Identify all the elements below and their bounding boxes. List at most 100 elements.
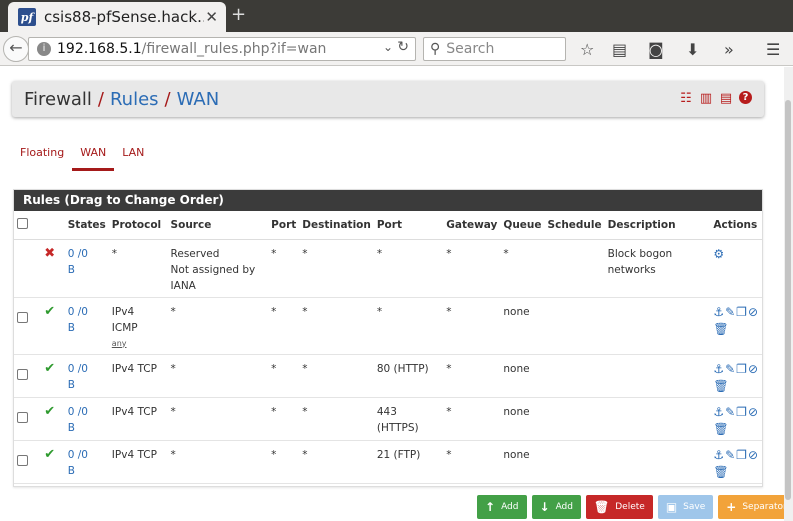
table-row[interactable]: ✖ 0 /0 B * Reserved Not assigned by IANA * * * *… [14,239,762,298]
new-tab-icon[interactable]: + [231,4,246,25]
source-value: * [170,305,176,318]
arrow-up-icon: ↑ [485,500,496,514]
sliders-icon[interactable]: ☷ [679,91,693,106]
col-states: States [64,211,109,240]
row-checkbox[interactable] [17,368,28,380]
edit-pencil-icon[interactable]: ✎ [725,362,736,376]
tab-wan[interactable]: WAN [72,145,115,171]
breadcrumb-wan-link[interactable]: WAN [177,89,220,110]
states-link[interactable]: 0 /0 [68,304,106,320]
disable-icon[interactable]: ⊘ [748,305,759,319]
edit-pencil-icon[interactable]: ✎ [725,448,736,462]
rules-table: States Protocol Source Port Destination … [14,211,762,484]
back-button[interactable]: ← [3,36,29,62]
scrollbar-thumb[interactable] [785,100,791,500]
edit-pencil-icon[interactable]: ✎ [725,305,736,319]
col-destination: Destination [299,211,374,240]
states-unit[interactable]: B [68,320,106,336]
edit-pencil-icon[interactable]: ✎ [725,405,736,419]
pass-check-icon[interactable]: ✔ [44,404,55,419]
table-row[interactable]: ✔ 0 /0 B IPv4 TCP * * * 443 (HTTPS) * none ⚓✎❐⊘ 🗑 [14,397,762,441]
states-unit[interactable]: B [68,377,106,393]
trash-icon[interactable]: 🗑 [713,422,729,436]
protocol-value: IPv4 TCP [111,405,157,418]
pocket-icon[interactable]: ◙ [648,40,664,59]
select-all-checkbox[interactable] [17,217,28,229]
states-link[interactable]: 0 /0 [68,404,106,420]
copy-icon[interactable]: ❐ [736,362,748,376]
copy-icon[interactable]: ❐ [736,305,748,319]
row-checkbox[interactable] [17,411,28,423]
bookmark-star-icon[interactable]: ☆ [580,40,594,59]
row-checkbox[interactable] [17,454,28,466]
source-port-value: * [271,247,277,260]
plus-icon: + [726,500,737,514]
anchor-icon[interactable]: ⚓ [713,362,725,376]
states-link[interactable]: 0 /0 [68,447,106,463]
tab-lan[interactable]: LAN [114,145,152,171]
overflow-icon[interactable]: » [724,40,734,59]
browser-tab[interactable]: pf csis88-pfSense.hack… ✕ [8,2,226,32]
breadcrumb-firewall: Firewall [24,88,92,110]
icmp-type-link[interactable]: any [112,336,165,352]
separator-button[interactable]: + Separator [718,495,793,519]
reading-list-icon[interactable]: ▤ [612,40,627,59]
table-row[interactable]: ✔ 0 /0 B IPv4 ICMP any * * * * * none ⚓✎❐⊘ 🗑 [14,297,762,355]
states-link[interactable]: 0 /0 [68,246,106,262]
pass-check-icon[interactable]: ✔ [44,447,55,462]
col-protocol: Protocol [108,211,168,240]
breadcrumb-rules-link[interactable]: Rules [110,89,159,110]
dropdown-icon[interactable]: ⌄ [383,40,393,54]
disable-icon[interactable]: ⊘ [748,405,759,419]
copy-icon[interactable]: ❐ [736,448,748,462]
save-button[interactable]: ▣ Save [657,495,714,519]
block-icon[interactable]: ✖ [44,246,55,261]
anchor-icon[interactable]: ⚓ [713,405,725,419]
add-top-button[interactable]: ↑ Add [477,495,527,519]
log-table-icon[interactable]: ▤ [719,91,733,106]
tab-floating[interactable]: Floating [12,145,72,171]
states-unit[interactable]: B [68,262,106,278]
disable-icon[interactable]: ⊘ [748,448,759,462]
row-checkbox[interactable] [17,311,28,323]
help-icon[interactable]: ? [739,91,752,104]
disable-icon[interactable]: ⊘ [748,362,759,376]
trash-icon[interactable]: 🗑 [713,465,729,479]
queue-value: none [503,448,530,461]
states-unit[interactable]: B [68,463,106,479]
trash-icon[interactable]: 🗑 [713,322,729,336]
reload-icon[interactable]: ↻ [397,39,409,55]
protocol-value: * [111,247,118,260]
col-actions: Actions [710,211,762,240]
download-icon[interactable]: ⬇ [686,40,699,59]
protocol-value: IPv4 ICMP [111,305,138,334]
anchor-icon[interactable]: ⚓ [713,305,725,319]
trash-icon[interactable]: 🗑 [713,379,729,393]
info-icon[interactable]: i [37,42,51,56]
col-description: Description [604,211,711,240]
breadcrumb: Firewall / Rules / WAN ☷ ▥ ▤ ? [12,81,764,117]
page-content: Firewall / Rules / WAN ☷ ▥ ▤ ? Floating … [0,67,793,521]
table-row[interactable]: ✔ 0 /0 B IPv4 TCP * * * 21 (FTP) * none ⚓✎❐⊘ 🗑 [14,440,762,484]
queue-value: * [503,247,509,260]
col-src-port: Port [268,211,300,240]
add-bottom-button[interactable]: ↓ Add [531,495,581,519]
menu-icon[interactable]: ☰ [766,40,780,59]
table-row[interactable]: ✔ 0 /0 B IPv4 TCP * * * 80 (HTTP) * none ⚓✎❐⊘ 🗑 [14,354,762,398]
close-icon[interactable]: ✕ [205,8,218,26]
pass-check-icon[interactable]: ✔ [44,304,55,319]
search-icon: ⚲ [430,41,441,57]
search-bar[interactable]: ⚲ Search [423,37,566,61]
delete-button[interactable]: 🗑 Delete [586,495,653,519]
protocol-value: IPv4 TCP [111,362,157,375]
anchor-icon[interactable]: ⚓ [713,448,725,462]
states-unit[interactable]: B [68,420,106,436]
pass-check-icon[interactable]: ✔ [44,361,55,376]
destination-value: * [302,448,308,461]
gear-icon[interactable]: ⚙ [713,247,725,261]
action-buttons: ↑ Add ↓ Add 🗑 Delete ▣ Save + Separator [477,495,793,519]
copy-icon[interactable]: ❐ [736,405,748,419]
url-bar[interactable]: i 192.168.5.1/firewall_rules.php?if=wan … [28,37,416,61]
states-link[interactable]: 0 /0 [68,361,106,377]
bar-chart-icon[interactable]: ▥ [699,91,713,106]
